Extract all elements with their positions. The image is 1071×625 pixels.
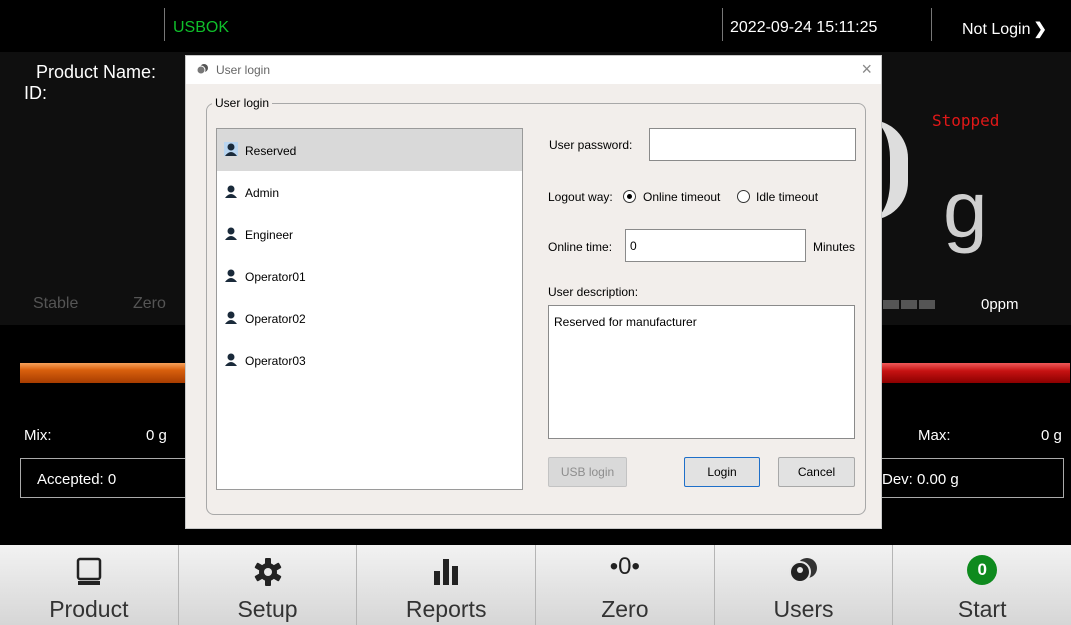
deviation-value: Dev: 0.00 g [882,471,959,488]
description-textarea[interactable]: Reserved for manufacturer [548,305,855,439]
dialog-title: User login [216,63,271,77]
mix-value: 0 g [146,427,167,444]
stable-indicator: Stable [33,295,79,312]
user-name: Engineer [245,228,294,242]
online-timeout-label: Online timeout [643,190,721,204]
online-timeout-radio[interactable] [623,190,636,203]
user-item-reserved[interactable]: Reserved [217,129,522,171]
idle-timeout-radio[interactable] [737,190,750,203]
lower-tolerance-bar [20,363,190,383]
max-value: 0 g [1041,427,1062,444]
weight-unit: g [943,165,988,254]
user-name: Operator03 [245,354,306,368]
user-icon [225,185,237,198]
users-icon [788,558,817,583]
zero-indicator: Zero [133,295,166,312]
user-icon [225,353,237,366]
chevron-right-icon: ❯ [1033,21,1047,38]
online-time-input[interactable] [625,229,806,262]
accepted-count: Accepted: 0 [37,471,117,488]
upper-tolerance-bar [880,363,1070,383]
nav-start-button[interactable]: 0 Start [893,545,1071,625]
nav-setup-label: Setup [237,596,298,622]
users-icon [196,64,208,75]
user-name: Operator01 [245,270,306,284]
nav-reports-label: Reports [405,596,487,622]
user-item-operator01[interactable]: Operator01 [217,255,522,297]
group-legend: User login [212,96,273,110]
user-name: Admin [245,186,280,200]
logout-way-label: Logout way: [548,190,613,204]
nav-zero-button[interactable]: •0• Zero [536,545,715,625]
description-text: Reserved for manufacturer [554,315,697,329]
user-item-operator03[interactable]: Operator03 [217,339,522,381]
login-status-button[interactable]: Not Login ❯ [962,19,1047,39]
online-time-label: Online time: [548,240,613,254]
user-icon [224,142,238,156]
user-login-dialog: User login × User login Reserved Admin E… [185,55,882,529]
user-icon [225,227,237,240]
status-divider [164,8,165,41]
bottom-nav: Product Setup Reports •0• Zero Users 0 S… [0,545,1071,625]
user-item-operator02[interactable]: Operator02 [217,297,522,339]
mix-label: Mix: [24,427,52,444]
datetime: 2022-09-24 15:11:25 [730,19,878,36]
nav-zero-label: Zero [601,596,649,622]
user-name: Reserved [245,144,297,158]
nav-users-label: Users [773,596,834,622]
ppm-level-bars [883,296,937,314]
start-icon: 0 [967,555,998,585]
status-divider [722,8,723,41]
description-label: User description: [548,285,639,299]
max-label: Max: [918,427,951,444]
product-id-label: ID: [24,83,48,103]
run-state: Stopped [932,111,1000,130]
password-label: User password: [549,138,633,152]
bar-chart-icon [434,559,459,585]
nav-product-label: Product [49,596,129,622]
nav-users-button[interactable]: Users [715,545,894,625]
nav-start-label: Start [957,596,1007,622]
user-icon [225,269,237,282]
user-icon [225,311,237,324]
start-glyph: 0 [977,560,987,579]
nav-setup-button[interactable]: Setup [179,545,358,625]
nav-product-button[interactable]: Product [0,545,179,625]
user-item-engineer[interactable]: Engineer [217,213,522,255]
user-list[interactable]: Reserved Admin Engineer Operator01 Opera… [216,128,523,490]
idle-timeout-label: Idle timeout [756,190,819,204]
ppm-value: 0ppm [981,296,1019,313]
gear-icon [254,558,281,586]
cancel-button[interactable]: Cancel [778,457,855,487]
online-time-unit: Minutes [813,240,856,254]
product-name-label: Product Name: [36,62,157,82]
status-bar: USBOK 2022-09-24 15:11:25 Not Login ❯ [0,0,1071,46]
user-item-admin[interactable]: Admin [217,171,522,213]
user-name: Operator02 [245,312,306,326]
close-icon[interactable]: × [861,59,872,80]
login-button[interactable]: Login [684,457,760,487]
zero-icon: •0• [609,553,640,580]
dialog-titlebar: User login × [186,56,881,84]
usb-status: USBOK [173,19,230,36]
login-status-text: Not Login [962,21,1031,38]
product-icon [76,557,102,585]
usb-login-button[interactable]: USB login [548,457,627,487]
password-input[interactable] [649,128,856,161]
status-divider [931,8,932,41]
nav-reports-button[interactable]: Reports [357,545,537,625]
